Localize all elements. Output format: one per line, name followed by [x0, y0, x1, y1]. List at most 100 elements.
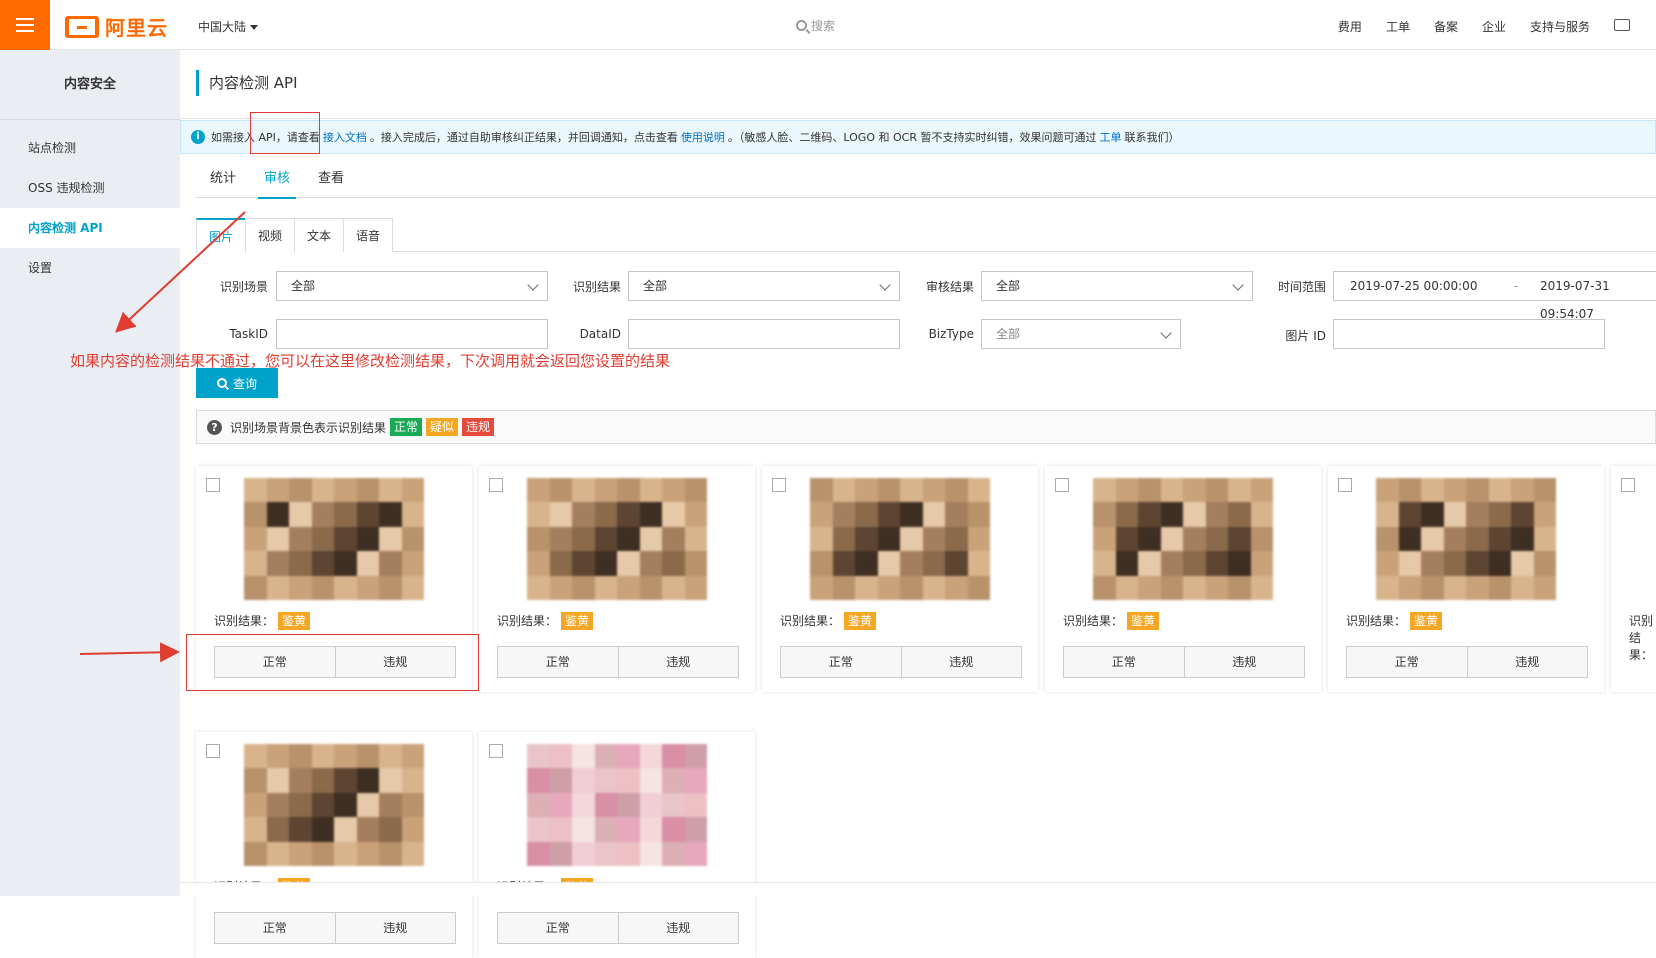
info-notice: i 如需接入 API，请查看 接入文档 。接入完成后，通过自助审核纠正结果，并回…: [180, 120, 1656, 154]
select-checkbox[interactable]: [206, 478, 220, 492]
result-line: 识别结果：鉴黄: [214, 612, 311, 630]
image-card: 识别结果：: [1611, 466, 1656, 692]
notice-link-ticket[interactable]: 工单: [1099, 129, 1121, 145]
mark-normal-button[interactable]: 正常: [1347, 647, 1467, 677]
menu-icon[interactable]: [0, 0, 50, 50]
subtab-image[interactable]: 图片: [196, 218, 247, 252]
biztype-value: 全部: [996, 327, 1021, 341]
mark-normal-button[interactable]: 正常: [498, 913, 618, 943]
select-checkbox[interactable]: [1338, 478, 1352, 492]
time-separator: -: [1514, 279, 1519, 293]
subtab-text[interactable]: 文本: [294, 218, 345, 252]
page-title: 内容检测 API: [196, 70, 298, 96]
notice-text-3: 。（敏感人脸、二维码、LOGO 和 OCR 暂不支持实时纠错，效果问题可通过: [727, 131, 1097, 144]
imageid-input[interactable]: [1333, 319, 1605, 349]
sidebar-item-oss-detection[interactable]: OSS 违规检测: [0, 168, 180, 208]
notice-link-docs[interactable]: 接入文档: [323, 129, 367, 145]
card-action-buttons: 正常 违规: [497, 912, 739, 944]
tab-statistics[interactable]: 统计: [196, 160, 250, 198]
filter-result-value: 全部: [643, 279, 668, 293]
sidebar-title: 内容安全: [0, 50, 180, 120]
info-icon: i: [191, 130, 205, 144]
image-card: 识别结果：鉴黄正常违规: [479, 466, 755, 692]
filter-result-label: 识别结果: [572, 280, 621, 294]
filter-audit-select[interactable]: 全部: [981, 271, 1253, 301]
mark-normal-button[interactable]: 正常: [215, 913, 335, 943]
card-action-buttons: 正常 违规: [1063, 646, 1305, 678]
filter-result-select[interactable]: 全部: [628, 271, 900, 301]
select-checkbox[interactable]: [489, 744, 503, 758]
tab-view[interactable]: 查看: [304, 160, 358, 198]
sidebar-item-site-detection[interactable]: 站点检测: [0, 128, 180, 168]
image-card: 识别结果：鉴黄正常违规: [1328, 466, 1604, 692]
image-card: 识别结果：鉴黄正常违规: [762, 466, 1038, 692]
select-checkbox[interactable]: [489, 478, 503, 492]
pixelated-image-thumbnail[interactable]: [1376, 478, 1556, 600]
pixelated-image-thumbnail[interactable]: [244, 478, 424, 600]
select-checkbox[interactable]: [772, 478, 786, 492]
subtab-video[interactable]: 视频: [245, 218, 296, 252]
result-badge-porn: 鉴黄: [1127, 612, 1160, 630]
dataid-input[interactable]: [628, 319, 900, 349]
result-label: 识别结果：: [1629, 614, 1654, 662]
subtab-voice[interactable]: 语音: [343, 218, 394, 252]
notice-link-usage[interactable]: 使用说明: [681, 129, 725, 145]
pixelated-image-thumbnail[interactable]: [1093, 478, 1273, 600]
media-subtabs: 图片 视频 文本 语音: [196, 218, 1656, 252]
result-line: 识别结果：鉴黄: [780, 612, 877, 630]
result-label: 识别结果：: [214, 614, 275, 628]
mark-normal-button[interactable]: 正常: [781, 647, 901, 677]
top-link-ticket[interactable]: 工单: [1386, 18, 1410, 35]
mark-violation-button[interactable]: 违规: [617, 647, 738, 677]
highlight-box-card-buttons: [186, 634, 479, 691]
mark-normal-button[interactable]: 正常: [498, 647, 618, 677]
sidebar-item-content-api[interactable]: 内容检测 API: [0, 208, 180, 248]
region-selector[interactable]: 中国大陆: [198, 18, 259, 35]
select-checkbox[interactable]: [206, 744, 220, 758]
select-checkbox[interactable]: [1055, 478, 1069, 492]
sidebar: 内容安全 站点检测 OSS 违规检测 内容检测 API 设置: [0, 50, 180, 896]
select-checkbox[interactable]: [1621, 478, 1635, 492]
filter-time-range[interactable]: 2019-07-25 00:00:00 - 2019-07-31 09:54:0…: [1333, 271, 1656, 321]
tab-audit[interactable]: 审核: [250, 160, 304, 199]
top-link-enterprise[interactable]: 企业: [1482, 18, 1506, 35]
legend-badge-violation: 违规: [462, 418, 495, 436]
terminal-icon[interactable]: [1614, 19, 1630, 31]
highlight-box-audit-tab: [250, 112, 320, 154]
aliyun-logo[interactable]: 阿里云: [65, 12, 168, 41]
global-search[interactable]: 搜索: [796, 17, 835, 34]
mark-violation-button[interactable]: 违规: [1183, 647, 1304, 677]
mark-violation-button[interactable]: 违规: [334, 913, 455, 943]
top-link-billing[interactable]: 费用: [1338, 18, 1362, 35]
result-line: 识别结果：鉴黄: [1346, 612, 1443, 630]
search-placeholder: 搜索: [811, 19, 836, 33]
filter-taskid-label: TaskID: [229, 327, 268, 341]
logo-text: 阿里云: [105, 16, 168, 40]
top-link-support[interactable]: 支持与服务: [1530, 18, 1590, 35]
filter-scene-select[interactable]: 全部: [276, 271, 548, 301]
legend-bar: ? 识别场景背景色表示识别结果 正常 疑似 违规: [196, 410, 1656, 444]
result-badge-porn: 鉴黄: [278, 612, 311, 630]
result-line: 识别结果：鉴黄: [497, 612, 594, 630]
biztype-select[interactable]: 全部: [981, 319, 1181, 349]
mark-violation-button[interactable]: 违规: [1466, 647, 1587, 677]
pixelated-image-thumbnail[interactable]: [810, 478, 990, 600]
filter-scene-value: 全部: [291, 279, 316, 293]
result-label: 识别结果：: [1346, 614, 1407, 628]
time-start: 2019-07-25 00:00:00: [1350, 279, 1478, 293]
query-button[interactable]: 查询: [196, 368, 278, 398]
mark-violation-button[interactable]: 违规: [900, 647, 1021, 677]
bottom-bar: [180, 882, 1656, 896]
sidebar-item-settings[interactable]: 设置: [0, 248, 180, 288]
mark-normal-button[interactable]: 正常: [1064, 647, 1184, 677]
result-label: 识别结果：: [1063, 614, 1124, 628]
pixelated-image-thumbnail[interactable]: [527, 744, 707, 866]
chevron-down-icon: [1232, 279, 1244, 291]
pixelated-image-thumbnail[interactable]: [527, 478, 707, 600]
top-link-filing[interactable]: 备案: [1434, 18, 1458, 35]
taskid-input[interactable]: [276, 319, 548, 349]
pixelated-image-thumbnail[interactable]: [244, 744, 424, 866]
logo-mark-icon: [65, 15, 99, 38]
mark-violation-button[interactable]: 违规: [617, 913, 738, 943]
filter-audit-value: 全部: [996, 279, 1021, 293]
